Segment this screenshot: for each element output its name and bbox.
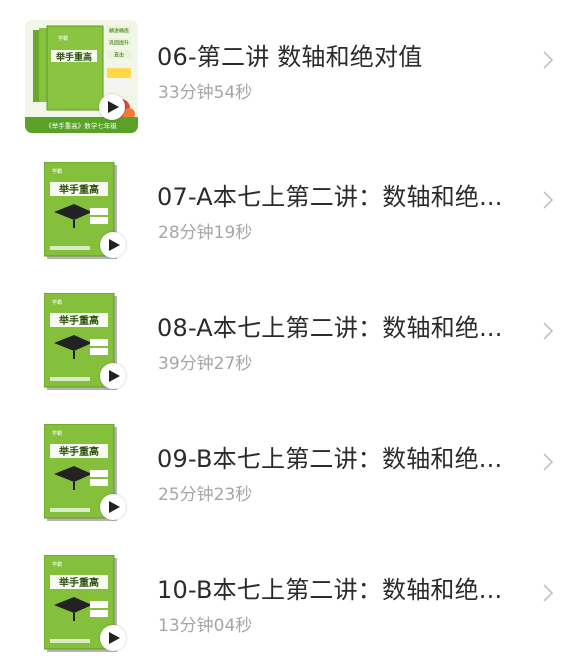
lesson-thumbnail: 学霸 举手重高 xyxy=(43,554,126,654)
lesson-title: 10-B本七上第二讲：数轴和绝... xyxy=(157,576,503,604)
svg-text:举手重高: 举手重高 xyxy=(55,51,92,63)
play-icon xyxy=(100,363,126,389)
chevron-right-icon xyxy=(543,191,554,209)
lesson-thumbnail: 学霸 举手重高 xyxy=(43,161,126,261)
svg-text:学霸: 学霸 xyxy=(52,299,62,306)
lesson-duration: 33分钟54秒 xyxy=(158,83,253,103)
lesson-thumbnail: 举手重高 学霸 精讲精练 巩固提升 直击 《举手重高》数学七年级 xyxy=(25,20,138,133)
lesson-item[interactable]: 学霸 举手重高 09-B本七上第二讲：数轴和绝... 25分钟23秒 xyxy=(0,402,574,533)
lesson-item[interactable]: 学霸 举手重高 10-B本七上第二讲：数轴和绝... 13分钟04秒 xyxy=(0,533,574,664)
lesson-duration: 25分钟23秒 xyxy=(158,485,253,505)
lesson-item[interactable]: 学霸 举手重高 07-A本七上第二讲：数轴和绝... 28分钟19秒 xyxy=(0,140,574,271)
lesson-title: 08-A本七上第二讲：数轴和绝... xyxy=(157,314,503,342)
svg-text:学霸: 学霸 xyxy=(58,35,68,42)
lesson-title: 09-B本七上第二讲：数轴和绝... xyxy=(157,445,503,473)
lesson-duration: 13分钟04秒 xyxy=(158,616,253,636)
svg-text:举手重高: 举手重高 xyxy=(58,314,99,327)
svg-text:《举手重高》数学七年级: 《举手重高》数学七年级 xyxy=(45,121,117,130)
lesson-duration: 28分钟19秒 xyxy=(158,223,253,243)
svg-text:直击: 直击 xyxy=(114,52,124,59)
lesson-duration: 39分钟27秒 xyxy=(158,354,253,374)
play-icon xyxy=(99,94,125,120)
chevron-right-icon xyxy=(543,584,554,602)
svg-text:学霸: 学霸 xyxy=(52,168,62,175)
svg-text:举手重高: 举手重高 xyxy=(58,445,99,458)
lesson-title: 06-第二讲 数轴和绝对值 xyxy=(157,43,423,71)
lesson-item[interactable]: 学霸 举手重高 08-A本七上第二讲：数轴和绝... 39分钟27秒 xyxy=(0,271,574,402)
lesson-thumbnail: 学霸 举手重高 xyxy=(43,423,126,523)
play-icon xyxy=(100,494,126,520)
chevron-right-icon xyxy=(543,51,554,69)
svg-text:学霸: 学霸 xyxy=(52,430,62,437)
play-icon xyxy=(100,625,126,651)
svg-text:举手重高: 举手重高 xyxy=(58,183,99,196)
lesson-title: 07-A本七上第二讲：数轴和绝... xyxy=(157,183,503,211)
play-icon xyxy=(100,232,126,258)
svg-text:精讲精练: 精讲精练 xyxy=(109,28,129,35)
chevron-right-icon xyxy=(543,322,554,340)
lesson-list: 举手重高 学霸 精讲精练 巩固提升 直击 《举手重高》数学七年级 06-第二讲 … xyxy=(0,0,574,666)
chevron-right-icon xyxy=(543,453,554,471)
svg-text:举手重高: 举手重高 xyxy=(58,576,99,589)
svg-text:巩固提升: 巩固提升 xyxy=(109,40,129,47)
svg-text:学霸: 学霸 xyxy=(52,561,62,568)
lesson-item[interactable]: 举手重高 学霸 精讲精练 巩固提升 直击 《举手重高》数学七年级 06-第二讲 … xyxy=(0,0,574,133)
lesson-thumbnail: 学霸 举手重高 xyxy=(43,292,126,392)
